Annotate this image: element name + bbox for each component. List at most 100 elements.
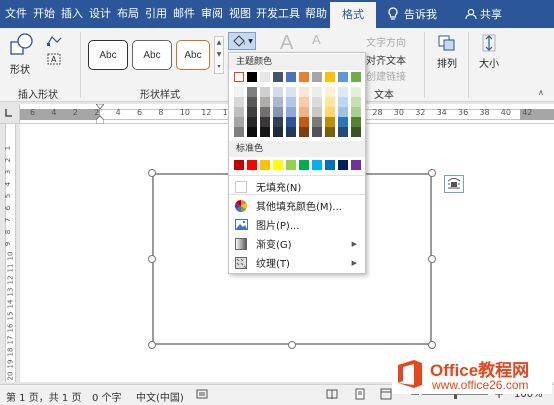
theme-shade-swatch[interactable] (325, 127, 335, 137)
macro-record-icon[interactable] (196, 388, 208, 403)
tell-me-box[interactable]: 告诉我 (404, 6, 437, 22)
tab-9[interactable]: 开发工具 (254, 0, 302, 28)
tab-0[interactable]: 文件 (2, 0, 30, 28)
standard-color-swatch[interactable] (247, 160, 257, 170)
fill-menu-item-3[interactable]: 渐变(G) ▶ (229, 234, 365, 253)
standard-color-swatch[interactable] (286, 160, 296, 170)
theme-shade-swatch[interactable] (351, 117, 361, 127)
theme-color-swatch[interactable] (351, 72, 361, 82)
theme-shade-swatch[interactable] (299, 97, 309, 107)
theme-shade-swatch[interactable] (247, 97, 257, 107)
resize-handle-bottom[interactable] (288, 341, 296, 349)
theme-shade-swatch[interactable] (273, 107, 283, 117)
theme-color-swatch[interactable] (312, 72, 322, 82)
theme-shade-swatch[interactable] (299, 107, 309, 117)
theme-shade-swatch[interactable] (338, 117, 348, 127)
theme-shade-swatch[interactable] (273, 117, 283, 127)
tab-1[interactable]: 开始 (30, 0, 58, 28)
theme-shade-swatch[interactable] (286, 107, 296, 117)
shape-style-3[interactable]: Abc (176, 40, 210, 70)
resize-handle-bottom-right[interactable] (428, 341, 436, 349)
standard-color-swatch[interactable] (351, 160, 361, 170)
standard-color-swatch[interactable] (299, 160, 309, 170)
align-text-button[interactable]: 对齐文本 (366, 52, 406, 67)
resize-handle-left[interactable] (148, 255, 156, 263)
theme-shade-swatch[interactable] (260, 127, 270, 137)
theme-color-swatch[interactable] (325, 72, 335, 82)
theme-shade-swatch[interactable] (351, 97, 361, 107)
theme-color-swatch[interactable] (273, 72, 283, 82)
create-link-button[interactable]: 创建链接 (366, 68, 406, 83)
theme-shade-swatch[interactable] (312, 127, 322, 137)
tab-4[interactable]: 布局 (114, 0, 142, 28)
theme-shade-swatch[interactable] (234, 97, 244, 107)
shape-style-1[interactable]: Abc (88, 40, 128, 70)
theme-shade-swatch[interactable] (273, 87, 283, 97)
standard-color-swatch[interactable] (260, 160, 270, 170)
language-indicator[interactable]: 中文(中国) (136, 389, 184, 404)
fill-menu-item-1[interactable]: 其他填充颜色(M)... (229, 196, 365, 215)
theme-shade-swatch[interactable] (273, 127, 283, 137)
fill-menu-item-0[interactable]: 无填充(N) (229, 177, 365, 196)
ruler-tab-selector[interactable] (0, 104, 20, 124)
theme-shade-swatch[interactable] (260, 97, 270, 107)
theme-shade-swatch[interactable] (260, 87, 270, 97)
theme-color-swatch[interactable] (260, 72, 270, 82)
theme-shade-swatch[interactable] (234, 117, 244, 127)
theme-shade-swatch[interactable] (338, 87, 348, 97)
print-layout-icon[interactable] (354, 388, 366, 403)
theme-shade-swatch[interactable] (234, 87, 244, 97)
theme-shade-swatch[interactable] (234, 107, 244, 117)
theme-shade-swatch[interactable] (312, 97, 322, 107)
theme-shade-swatch[interactable] (325, 117, 335, 127)
theme-shade-swatch[interactable] (299, 117, 309, 127)
theme-shade-swatch[interactable] (325, 87, 335, 97)
theme-shade-swatch[interactable] (286, 97, 296, 107)
shapes-gallery-button[interactable]: 形状 (8, 32, 40, 76)
tab-5[interactable]: 引用 (142, 0, 170, 28)
theme-shade-swatch[interactable] (286, 117, 296, 127)
word-count[interactable]: 0 个字 (92, 389, 122, 404)
page-count[interactable]: 第 1 页，共 1 页 (6, 389, 81, 404)
text-box-icon[interactable]: A (46, 52, 66, 66)
layout-options-button[interactable] (444, 175, 464, 193)
fill-menu-item-2[interactable]: 图片(P)... (229, 215, 365, 234)
theme-shade-swatch[interactable] (312, 117, 322, 127)
tab-10[interactable]: 帮助 (302, 0, 330, 28)
shape-style-2[interactable]: Abc (132, 40, 172, 70)
resize-handle-top-left[interactable] (148, 169, 156, 177)
resize-handle-bottom-left[interactable] (148, 341, 156, 349)
theme-shade-swatch[interactable] (299, 87, 309, 97)
theme-shade-swatch[interactable] (312, 107, 322, 117)
fill-menu-item-4[interactable]: 纹理(T) ▶ (229, 253, 365, 272)
theme-shade-swatch[interactable] (338, 127, 348, 137)
tab-11[interactable]: 格式 (330, 2, 376, 28)
theme-shade-swatch[interactable] (260, 117, 270, 127)
theme-shade-swatch[interactable] (247, 127, 257, 137)
theme-shade-swatch[interactable] (273, 97, 283, 107)
theme-shade-swatch[interactable] (325, 107, 335, 117)
tab-8[interactable]: 视图 (226, 0, 254, 28)
tab-7[interactable]: 审阅 (198, 0, 226, 28)
theme-shade-swatch[interactable] (247, 107, 257, 117)
standard-color-swatch[interactable] (234, 160, 244, 170)
theme-shade-swatch[interactable] (286, 87, 296, 97)
theme-shade-swatch[interactable] (351, 127, 361, 137)
web-layout-icon[interactable] (380, 388, 392, 403)
theme-shade-swatch[interactable] (338, 97, 348, 107)
arrange-button[interactable]: 排列 (434, 34, 460, 78)
text-direction-button[interactable]: 文字方向 (352, 34, 406, 49)
theme-color-swatch[interactable] (234, 72, 244, 82)
tab-2[interactable]: 插入 (58, 0, 86, 28)
theme-shade-swatch[interactable] (247, 87, 257, 97)
read-mode-icon[interactable] (326, 388, 338, 403)
vertical-ruler[interactable]: 1 2 3 4 5 6 7 8 9 10 11 12 13 14 15 16 17 18 19 20 (0, 124, 20, 382)
theme-shade-swatch[interactable] (234, 127, 244, 137)
theme-shade-swatch[interactable] (325, 97, 335, 107)
theme-shade-swatch[interactable] (286, 127, 296, 137)
resize-handle-top-right[interactable] (428, 169, 436, 177)
theme-color-swatch[interactable] (299, 72, 309, 82)
standard-color-swatch[interactable] (325, 160, 335, 170)
theme-color-swatch[interactable] (247, 72, 257, 82)
theme-shade-swatch[interactable] (247, 117, 257, 127)
